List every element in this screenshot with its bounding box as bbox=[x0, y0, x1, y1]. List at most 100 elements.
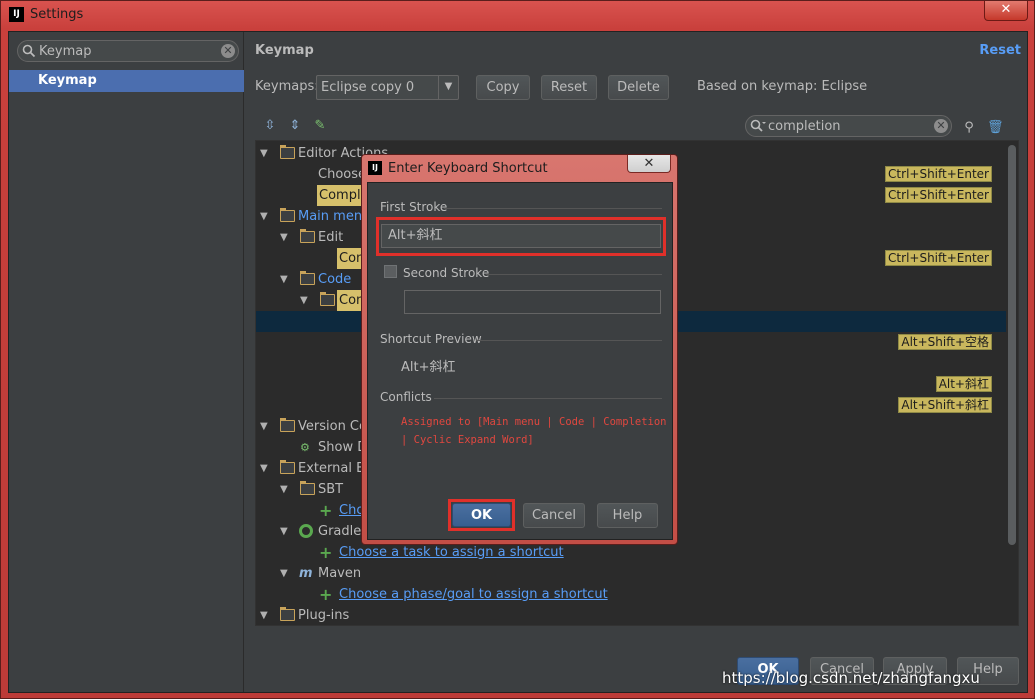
conflict-text-line1: Assigned to [Main menu | Code | Completi… bbox=[401, 416, 667, 428]
tree-item-label: Code bbox=[318, 272, 352, 287]
expand-arrow-icon[interactable]: ▼ bbox=[280, 479, 288, 500]
shortcut-badge: Alt+Shift+空格 bbox=[898, 334, 992, 350]
tree-link[interactable]: Choose a phase/goal to assign a shortcut bbox=[339, 584, 608, 605]
dialog-close-button[interactable]: ✕ bbox=[627, 155, 671, 173]
second-stroke-label: Second Stroke bbox=[403, 266, 490, 280]
shortcut-preview-label: Shortcut Preview bbox=[380, 332, 482, 346]
tree-row[interactable]: + Choose a task to assign a shortcut bbox=[256, 542, 1006, 563]
plus-icon: + bbox=[319, 585, 333, 604]
divider bbox=[476, 340, 662, 341]
edit-icon[interactable]: ✎ bbox=[312, 118, 328, 134]
tree-item-label: Show D bbox=[318, 440, 368, 455]
tree-item-label: Version Co bbox=[298, 419, 367, 434]
window-title: Settings bbox=[30, 7, 84, 22]
find-shortcut-icon[interactable]: ⚲ bbox=[961, 120, 977, 136]
expand-arrow-icon[interactable]: ▼ bbox=[260, 206, 268, 227]
search-icon bbox=[22, 44, 36, 58]
dialog-help-button[interactable]: Help bbox=[597, 503, 658, 528]
clear-filter-icon[interactable]: ✕ bbox=[934, 119, 948, 133]
callout-highlight bbox=[448, 499, 515, 531]
shortcut-badge: Ctrl+Shift+Enter bbox=[885, 166, 992, 182]
dialog-cancel-button[interactable]: Cancel bbox=[523, 503, 585, 528]
folder-icon bbox=[280, 208, 295, 222]
keymap-select[interactable]: Eclipse copy 0 ▼ bbox=[316, 75, 459, 100]
intellij-logo-icon: IJ bbox=[368, 161, 382, 175]
expand-arrow-icon[interactable]: ▼ bbox=[260, 458, 268, 479]
shortcut-badge: Ctrl+Shift+Enter bbox=[885, 250, 992, 266]
first-stroke-label: First Stroke bbox=[380, 200, 448, 214]
shortcut-badge: Ctrl+Shift+Enter bbox=[885, 187, 992, 203]
plus-icon: + bbox=[319, 543, 333, 562]
title-bar[interactable]: IJ Settings ✕ bbox=[1, 1, 1034, 29]
folder-icon bbox=[280, 607, 295, 621]
conflict-text-line2: | Cyclic Expand Word] bbox=[401, 434, 534, 446]
shortcut-badge: Alt+斜杠 bbox=[935, 376, 992, 392]
folder-icon bbox=[300, 229, 315, 243]
dialog-title: Enter Keyboard Shortcut bbox=[388, 161, 548, 176]
divider bbox=[444, 208, 662, 209]
shortcut-badge: Alt+Shift+斜杠 bbox=[898, 397, 992, 413]
expand-arrow-icon[interactable]: ▼ bbox=[280, 563, 288, 584]
tree-item-label: Choose bbox=[318, 167, 366, 182]
tree-item-label: Gradle bbox=[318, 524, 362, 539]
window-close-button[interactable]: ✕ bbox=[984, 1, 1028, 21]
clear-search-icon[interactable]: ✕ bbox=[221, 44, 235, 58]
expand-arrow-icon[interactable]: ▼ bbox=[280, 521, 288, 542]
tree-row[interactable]: ▼ m Maven bbox=[256, 563, 1006, 584]
callout-highlight bbox=[376, 217, 666, 256]
keymap-select-value: Eclipse copy 0 bbox=[321, 80, 415, 95]
keymap-filter-input[interactable]: completion ✕ bbox=[745, 115, 952, 137]
tree-item-label: Plug-ins bbox=[298, 608, 350, 623]
second-stroke-checkbox[interactable] bbox=[384, 265, 397, 278]
search-icon bbox=[750, 119, 766, 132]
tree-item-label: Edit bbox=[318, 230, 344, 245]
expand-all-icon[interactable]: ⇳ bbox=[262, 118, 278, 134]
second-stroke-field[interactable] bbox=[404, 290, 661, 314]
delete-button[interactable]: Delete bbox=[608, 75, 669, 100]
shortcut-preview-value: Alt+斜杠 bbox=[401, 360, 456, 375]
maven-icon: m bbox=[299, 566, 313, 581]
expand-arrow-icon[interactable]: ▼ bbox=[260, 416, 268, 437]
watermark: https://blog.csdn.net/zhangfangxu bbox=[722, 669, 980, 687]
settings-sidebar: Keymap ✕ Keymap bbox=[9, 32, 244, 692]
dialog-body: First Stroke Alt+斜杠 Second Stroke Shortc… bbox=[367, 182, 673, 540]
gradle-icon bbox=[299, 524, 313, 538]
divider bbox=[486, 274, 662, 275]
tree-scrollbar[interactable] bbox=[1008, 145, 1016, 545]
sidebar-item-keymap[interactable]: Keymap bbox=[9, 70, 244, 92]
tree-item-label: Maven bbox=[318, 566, 362, 581]
keymaps-label: Keymaps: bbox=[255, 79, 319, 94]
tree-link[interactable]: Choose a task to assign a shortcut bbox=[339, 542, 564, 563]
chevron-down-icon[interactable]: ▼ bbox=[438, 76, 458, 99]
action-icon: ⚙ bbox=[300, 441, 310, 454]
reset-button[interactable]: Reset bbox=[541, 75, 597, 100]
folder-icon bbox=[280, 460, 295, 474]
folder-icon bbox=[320, 292, 335, 306]
expand-arrow-icon[interactable]: ▼ bbox=[280, 269, 288, 290]
settings-search-input[interactable]: Keymap ✕ bbox=[17, 40, 239, 62]
divider bbox=[434, 398, 662, 399]
expand-arrow-icon[interactable]: ▼ bbox=[280, 227, 288, 248]
intellij-logo-icon: IJ bbox=[9, 7, 24, 22]
copy-button[interactable]: Copy bbox=[476, 75, 530, 100]
plus-icon: + bbox=[319, 501, 333, 520]
conflicts-label: Conflicts bbox=[380, 390, 432, 404]
page-title: Keymap bbox=[255, 43, 314, 58]
expand-arrow-icon[interactable]: ▼ bbox=[300, 290, 308, 311]
tree-item-label: Main menu bbox=[298, 209, 371, 224]
reset-link[interactable]: Reset bbox=[979, 43, 1021, 58]
folder-icon bbox=[300, 271, 315, 285]
filter-value: completion bbox=[768, 119, 841, 134]
expand-arrow-icon[interactable]: ▼ bbox=[260, 143, 268, 164]
trash-icon[interactable]: 🗑 bbox=[987, 120, 1004, 136]
enter-shortcut-dialog: IJ Enter Keyboard Shortcut ✕ First Strok… bbox=[361, 154, 678, 545]
tree-row[interactable]: ▼ Plug-ins bbox=[256, 605, 1006, 625]
tree-row[interactable]: + Choose a phase/goal to assign a shortc… bbox=[256, 584, 1006, 605]
folder-icon bbox=[300, 481, 315, 495]
expand-arrow-icon[interactable]: ▼ bbox=[260, 605, 268, 625]
folder-icon bbox=[280, 145, 295, 159]
collapse-all-icon[interactable]: ⇕ bbox=[287, 118, 303, 134]
folder-icon bbox=[280, 418, 295, 432]
tree-item-label: SBT bbox=[318, 482, 344, 497]
based-on-text: Based on keymap: Eclipse bbox=[697, 79, 868, 94]
